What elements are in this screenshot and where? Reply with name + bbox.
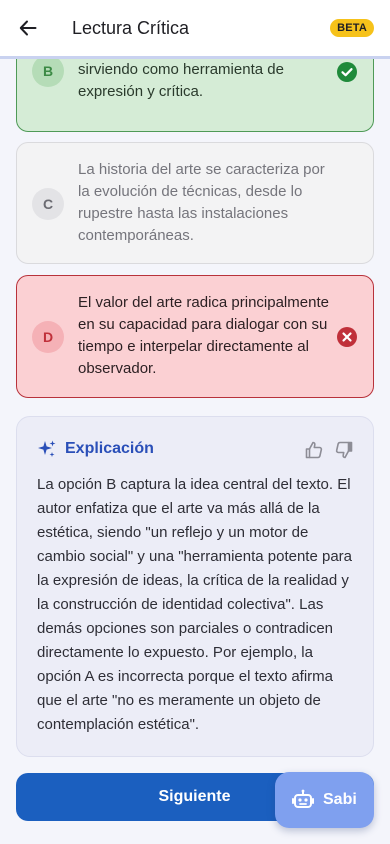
- beta-badge: BETA: [330, 19, 374, 37]
- explanation-title: Explicación: [65, 440, 154, 457]
- error-circle-icon: [337, 327, 357, 347]
- explanation-card: Explicación La opción B captura la idea …: [16, 416, 374, 757]
- assistant-fab[interactable]: Sabi: [275, 772, 374, 828]
- option-c[interactable]: C La historia del arte se caracteriza po…: [16, 142, 374, 264]
- explanation-body: La opción B captura la idea central del …: [37, 476, 352, 733]
- sparkle-icon: [38, 440, 56, 457]
- explanation-header: Explicación: [37, 439, 154, 459]
- assistant-label: Sabi: [323, 791, 357, 808]
- back-button[interactable]: [16, 16, 40, 40]
- next-button-label: Siguiente: [158, 788, 231, 805]
- header-divider: [0, 56, 390, 59]
- thumbs-up-icon[interactable]: [304, 440, 324, 460]
- option-text-d: El valor del arte radica principalmente …: [78, 294, 329, 377]
- option-letter-b: B: [32, 55, 64, 87]
- thumbs-down-icon[interactable]: [334, 440, 354, 460]
- option-letter-c: C: [32, 188, 64, 220]
- app-header: Lectura Crítica BETA: [0, 0, 390, 56]
- robot-icon: [292, 789, 314, 808]
- arrow-left-icon: [19, 20, 37, 36]
- option-text-c: La historia del arte se caracteriza por …: [78, 161, 325, 244]
- check-circle-icon: [337, 62, 357, 82]
- page-title: Lectura Crítica: [72, 17, 190, 38]
- content-scroll[interactable]: B reflejo y un motor de cambio social, s…: [0, 0, 390, 844]
- option-letter-d: D: [32, 321, 64, 353]
- option-d[interactable]: D El valor del arte radica principalment…: [16, 275, 374, 398]
